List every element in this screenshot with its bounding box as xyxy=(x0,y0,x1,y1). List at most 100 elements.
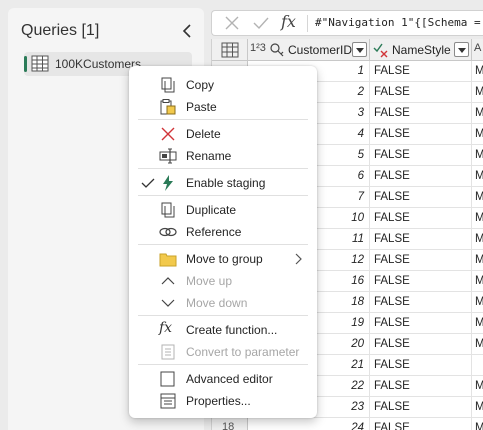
table-row[interactable]: 18 xyxy=(212,419,483,430)
queries-title: Queries [1] xyxy=(21,22,100,39)
cell-partial[interactable]: M xyxy=(472,313,483,334)
table-icon xyxy=(221,42,239,58)
menu-item-label: Advanced editor xyxy=(186,372,273,386)
cell-namestyle[interactable]: FALSE xyxy=(370,145,472,166)
column-dropdown-button[interactable] xyxy=(454,42,469,57)
cell-namestyle[interactable]: FALSE xyxy=(370,250,472,271)
menu-item-rename[interactable]: Rename xyxy=(133,145,313,167)
advanced-editor-icon xyxy=(160,371,175,387)
cell-namestyle[interactable]: FALSE xyxy=(370,61,472,82)
cell-partial[interactable]: M xyxy=(472,250,483,271)
duplicate-icon xyxy=(161,202,175,218)
cell-namestyle[interactable]: FALSE xyxy=(370,187,472,208)
menu-item-label: Enable staging xyxy=(186,176,266,190)
properties-icon xyxy=(160,393,176,409)
grid-header: 1²3 CustomerID NameStyle A xyxy=(212,39,483,61)
number-type-icon[interactable]: 1²3 xyxy=(250,42,266,54)
column-header-customerid[interactable]: 1²3 CustomerID xyxy=(248,39,370,61)
fx-icon[interactable]: fx xyxy=(281,12,296,31)
cell-namestyle[interactable]: FALSE xyxy=(370,124,472,145)
fx-icon: fx xyxy=(159,320,173,336)
link-icon xyxy=(159,227,177,237)
query-item-label: 100KCustomers xyxy=(55,57,142,71)
key-icon xyxy=(270,43,284,57)
row-number-cell: 18 xyxy=(212,419,248,430)
column-name: CustomerID xyxy=(288,43,353,57)
menu-separator xyxy=(138,364,308,365)
checkmark-icon xyxy=(141,178,155,188)
cell-namestyle[interactable]: FALSE xyxy=(370,292,472,313)
cell-namestyle[interactable]: FALSE xyxy=(370,313,472,334)
menu-item-label: Move down xyxy=(186,296,248,310)
cell-namestyle[interactable]: FALSE xyxy=(370,355,472,376)
cell-partial[interactable]: M xyxy=(472,229,483,250)
cell-namestyle[interactable]: FALSE xyxy=(370,397,472,418)
cell-partial[interactable]: M xyxy=(472,124,483,145)
formula-separator xyxy=(307,15,308,32)
cell-partial[interactable]: M xyxy=(472,208,483,229)
parameter-icon xyxy=(161,344,175,360)
menu-separator xyxy=(138,119,308,120)
cell-partial[interactable] xyxy=(472,355,483,376)
cell-namestyle[interactable]: FALSE xyxy=(370,334,472,355)
menu-item-properties[interactable]: Properties... xyxy=(133,390,313,412)
cell-namestyle[interactable]: FALSE xyxy=(370,229,472,250)
menu-item-move-to-group[interactable]: Move to group xyxy=(133,248,313,270)
menu-item-label: Create function... xyxy=(186,323,278,337)
cell-partial[interactable]: M xyxy=(472,334,483,355)
menu-item-delete[interactable]: Delete xyxy=(133,123,313,145)
commit-check-icon[interactable] xyxy=(252,15,270,31)
text-type-icon[interactable]: A xyxy=(474,42,481,54)
menu-item-label: Convert to parameter xyxy=(186,345,300,359)
column-dropdown-button[interactable] xyxy=(352,42,367,57)
menu-separator xyxy=(138,315,308,316)
column-header-namestyle[interactable]: NameStyle xyxy=(370,39,472,61)
cell-partial[interactable]: M xyxy=(472,376,483,397)
cell-partial[interactable]: M xyxy=(472,103,483,124)
menu-separator xyxy=(138,195,308,196)
menu-item-copy[interactable]: Copy xyxy=(133,74,313,96)
cell-partial[interactable]: M xyxy=(472,271,483,292)
cell-partial[interactable]: M xyxy=(472,292,483,313)
menu-item-label: Rename xyxy=(186,149,232,163)
cell-namestyle[interactable]: FALSE xyxy=(370,82,472,103)
chevron-down-icon xyxy=(161,299,175,307)
select-all-corner[interactable] xyxy=(212,39,248,61)
formula-input[interactable]: #"Navigation 1"{[Schema = xyxy=(315,16,481,29)
menu-separator xyxy=(138,244,308,245)
table-icon xyxy=(31,55,49,72)
copy-icon xyxy=(161,77,175,93)
column-header-partial[interactable]: A xyxy=(472,39,483,61)
cell-namestyle[interactable]: FALSE xyxy=(370,103,472,124)
cell-namestyle[interactable]: FALSE xyxy=(370,376,472,397)
cell-partial[interactable]: M xyxy=(472,82,483,103)
cell-partial[interactable]: M xyxy=(472,187,483,208)
selection-indicator xyxy=(24,56,27,72)
menu-item-label: Properties... xyxy=(186,394,251,408)
cell-partial[interactable]: M xyxy=(472,145,483,166)
menu-item-convert-to-parameter[interactable]: Convert to parameter xyxy=(133,341,313,363)
cell-partial[interactable]: M xyxy=(472,61,483,82)
cancel-icon[interactable] xyxy=(224,15,240,31)
menu-item-reference[interactable]: Reference xyxy=(133,221,313,243)
menu-item-create-function[interactable]: fx Create function... xyxy=(133,319,313,341)
rename-icon xyxy=(159,148,177,164)
menu-item-label: Duplicate xyxy=(186,203,237,217)
cell-partial[interactable]: M xyxy=(472,166,483,187)
menu-item-paste[interactable]: Paste xyxy=(133,96,313,118)
menu-item-advanced-editor[interactable]: Advanced editor xyxy=(133,368,313,390)
menu-item-move-down[interactable]: Move down xyxy=(133,292,313,314)
chevron-left-icon[interactable] xyxy=(180,23,194,39)
menu-item-label: Copy xyxy=(186,78,215,92)
menu-item-enable-staging[interactable]: Enable staging xyxy=(133,172,313,194)
cell-namestyle[interactable]: FALSE xyxy=(370,271,472,292)
cell-namestyle[interactable]: FALSE xyxy=(370,208,472,229)
chevron-right-icon xyxy=(295,253,302,265)
cell-partial[interactable]: M xyxy=(472,397,483,418)
menu-item-label: Move up xyxy=(186,274,233,288)
menu-item-move-up[interactable]: Move up xyxy=(133,270,313,292)
menu-item-duplicate[interactable]: Duplicate xyxy=(133,199,313,221)
boolean-type-icon[interactable] xyxy=(373,42,389,58)
cell-namestyle[interactable]: FALSE xyxy=(370,166,472,187)
context-menu: Copy Paste Delete Rename Enable staging … xyxy=(129,66,317,418)
